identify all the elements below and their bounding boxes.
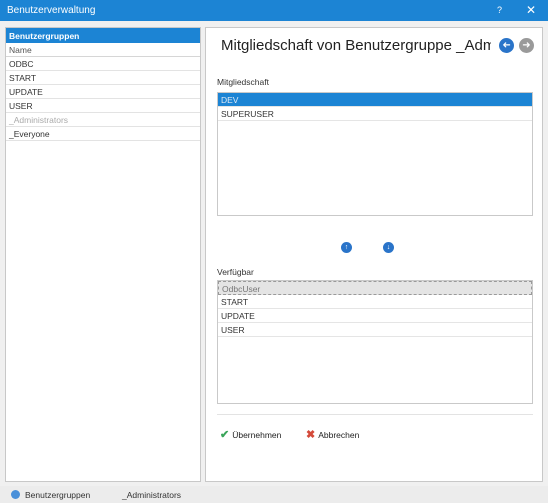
status-current-group: _Administrators: [122, 490, 182, 500]
status-bar: Benutzergruppen _Administrators: [0, 486, 548, 503]
cancel-button-label: Abbrechen: [318, 430, 360, 440]
page-title: Mitgliedschaft von Benutzergruppe _Admin…: [221, 37, 491, 54]
membership-label: Mitgliedschaft: [217, 77, 269, 87]
group-list-panel: Benutzergruppen Name ODBC START UPDATE U…: [5, 27, 201, 482]
status-section: Benutzergruppen: [11, 490, 90, 500]
available-label: Verfügbar: [217, 267, 254, 277]
cross-icon: ✖: [306, 429, 316, 441]
membership-list[interactable]: DEV SUPERUSER: [217, 92, 533, 216]
group-list-item[interactable]: START: [6, 71, 200, 85]
move-up-icon[interactable]: ↑: [341, 242, 352, 253]
apply-button-label: Übernehmen: [232, 430, 282, 440]
name-column-header[interactable]: Name: [6, 43, 200, 57]
apply-button[interactable]: ✔ Übernehmen: [220, 428, 281, 441]
membership-list-item[interactable]: SUPERUSER: [218, 107, 532, 121]
cancel-button[interactable]: ✖ Abbrechen: [306, 428, 359, 441]
status-section-label: Benutzergruppen: [25, 490, 91, 500]
move-down-icon[interactable]: ↓: [383, 242, 394, 253]
user-group-icon: [11, 490, 20, 499]
detail-panel: Mitgliedschaft von Benutzergruppe _Admin…: [205, 27, 543, 482]
available-list-item[interactable]: UPDATE: [218, 309, 532, 323]
available-list-item[interactable]: OdbcUser: [218, 281, 532, 295]
group-list-item[interactable]: USER: [6, 99, 200, 113]
membership-list-item[interactable]: DEV: [218, 93, 532, 107]
available-list-item[interactable]: USER: [218, 323, 532, 337]
group-list-item[interactable]: _Everyone: [6, 127, 200, 141]
group-list-item[interactable]: _Administrators: [6, 113, 200, 127]
close-button[interactable]: ✕: [526, 3, 536, 17]
group-list-header: Benutzergruppen: [6, 28, 200, 43]
back-arrow-icon[interactable]: ➜: [499, 38, 514, 53]
window-title: Benutzerverwaltung: [7, 5, 96, 16]
check-icon: ✔: [220, 429, 230, 441]
group-list-item[interactable]: ODBC: [6, 57, 200, 71]
divider: [217, 414, 533, 415]
available-list-item[interactable]: START: [218, 295, 532, 309]
title-bar: Benutzerverwaltung ? ✕: [0, 0, 548, 21]
forward-arrow-icon[interactable]: ➜: [519, 38, 534, 53]
group-list-item[interactable]: UPDATE: [6, 85, 200, 99]
available-list[interactable]: OdbcUser START UPDATE USER: [217, 280, 533, 404]
help-button[interactable]: ?: [497, 5, 502, 15]
